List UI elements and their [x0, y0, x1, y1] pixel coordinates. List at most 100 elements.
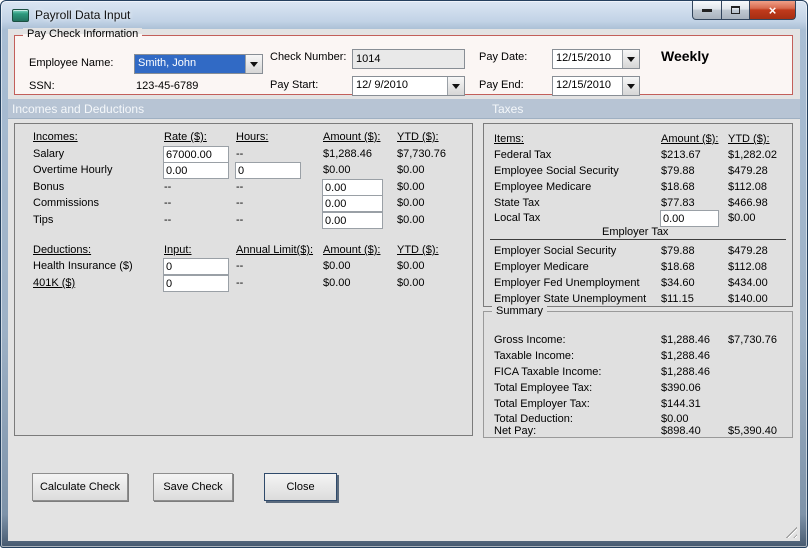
local-tax-input[interactable]	[660, 210, 719, 227]
401k-limit: --	[236, 277, 244, 289]
payroll-window: Payroll Data Input × Pay Check Informati…	[0, 0, 808, 548]
overtime-rate-input[interactable]	[163, 162, 229, 179]
ssn-value: 123-45-6789	[136, 80, 199, 92]
employee-name-dropdown[interactable]: Smith, John	[134, 54, 263, 74]
federal-tax-amount: $213.67	[661, 149, 701, 161]
employer-state-unemp-amount: $11.15	[661, 293, 694, 305]
client-area: Pay Check Information Employee Name: Smi…	[8, 28, 800, 541]
state-tax-amount: $77.83	[661, 197, 695, 209]
bonus-amount-input[interactable]	[322, 179, 383, 196]
paycheck-info-group: Pay Check Information Employee Name: Smi…	[14, 28, 793, 96]
employee-medicare-ytd: $112.08	[728, 181, 767, 193]
calculate-check-button[interactable]: Calculate Check	[32, 473, 128, 501]
down-triangle-icon	[452, 83, 460, 89]
salary-amount: $1,288.46	[323, 148, 372, 160]
401k-amount: $0.00	[323, 277, 351, 289]
commissions-hours: --	[236, 197, 244, 209]
summary-row-label: Total Employer Tax:	[494, 398, 590, 410]
incomes-header-item: Incomes:	[33, 131, 78, 143]
incomes-header-rate: Rate ($):	[164, 131, 207, 143]
employer-tax-header: Employer Tax	[602, 226, 669, 238]
chevron-down-icon[interactable]	[245, 55, 262, 73]
summary-row-label: Taxable Income:	[494, 350, 575, 362]
pay-date-dropdown[interactable]: 12/15/2010	[552, 49, 640, 69]
title-bar[interactable]: Payroll Data Input ×	[1, 1, 807, 29]
incomes-header-amount: Amount ($):	[323, 131, 381, 143]
deduction-row-label: Health Insurance ($)	[33, 260, 133, 272]
summary-row-label: Gross Income:	[494, 334, 566, 346]
minimize-button[interactable]	[692, 1, 722, 20]
tips-ytd: $0.00	[397, 214, 425, 226]
tips-hours: --	[236, 214, 244, 226]
incomes-header-ytd: YTD ($):	[397, 131, 439, 143]
fica-taxable-amount: $1,288.46	[661, 366, 710, 378]
summary-legend: Summary	[492, 305, 548, 317]
commissions-ytd: $0.00	[397, 197, 425, 209]
chevron-down-icon[interactable]	[622, 77, 639, 95]
overtime-ytd: $0.00	[397, 164, 425, 176]
close-icon: ×	[768, 2, 777, 18]
commissions-amount-input[interactable]	[322, 195, 383, 212]
salary-hours: --	[236, 148, 244, 160]
employee-ss-amount: $79.88	[661, 165, 695, 177]
health-insurance-input[interactable]	[163, 258, 229, 275]
net-pay-amount: $898.40	[661, 425, 701, 437]
window-controls: ×	[692, 1, 796, 20]
401k-input[interactable]	[163, 275, 229, 292]
summary-row-label: FICA Taxable Income:	[494, 366, 602, 378]
401k-link[interactable]: 401K ($)	[33, 277, 75, 289]
incomes-deductions-panel: Incomes: Rate ($): Hours: Amount ($): YT…	[14, 123, 473, 436]
window-title: Payroll Data Input	[35, 8, 131, 22]
employer-fed-unemp-amount: $34.60	[661, 277, 695, 289]
close-window-button[interactable]: ×	[750, 1, 796, 20]
summary-row-label: Total Employee Tax:	[494, 382, 593, 394]
401k-ytd: $0.00	[397, 277, 425, 289]
chevron-down-icon[interactable]	[447, 77, 464, 95]
pay-start-dropdown[interactable]: 12/ 9/2010	[352, 76, 465, 96]
pay-end-dropdown[interactable]: 12/15/2010	[552, 76, 640, 96]
chevron-down-icon[interactable]	[622, 50, 639, 68]
income-row-label: Overtime Hourly	[33, 164, 113, 176]
check-number-field[interactable]	[352, 49, 465, 69]
total-employer-tax-amount: $144.31	[661, 398, 701, 410]
federal-tax-ytd: $1,282.02	[728, 149, 777, 161]
gross-income-ytd: $7,730.76	[728, 334, 777, 346]
taxable-income-amount: $1,288.46	[661, 350, 710, 362]
taxes-header-amount: Amount ($):	[661, 133, 719, 145]
deductions-header-input: Input:	[164, 244, 192, 256]
net-pay-ytd: $5,390.40	[728, 425, 777, 437]
section-band: Incomes and Deductions Taxes	[8, 99, 800, 119]
employer-medicare-ytd: $112.08	[728, 261, 767, 273]
gross-income-amount: $1,288.46	[661, 334, 710, 346]
tax-row-label: Employee Social Security	[494, 165, 619, 177]
tips-amount-input[interactable]	[322, 212, 383, 229]
tax-row-label: Employer Medicare	[494, 261, 589, 273]
down-triangle-icon	[627, 56, 635, 62]
maximize-button[interactable]	[722, 1, 750, 20]
taxes-panel: Items: Amount ($): YTD ($): Federal Tax …	[483, 123, 793, 307]
summary-row-label: Total Deduction:	[494, 413, 573, 425]
employer-medicare-amount: $18.68	[661, 261, 695, 273]
tax-row-label: Employee Medicare	[494, 181, 592, 193]
taxes-header-item: Items:	[494, 133, 524, 145]
bonus-rate: --	[164, 181, 172, 193]
close-button[interactable]: Close	[264, 473, 337, 501]
salary-rate-input[interactable]	[163, 146, 229, 163]
tax-row-label: Federal Tax	[494, 149, 552, 161]
tax-row-label: Employer Fed Unemployment	[494, 277, 640, 289]
employee-name-label: Employee Name:	[29, 57, 114, 69]
employer-tax-divider	[490, 239, 786, 240]
commissions-rate: --	[164, 197, 172, 209]
income-row-label: Salary	[33, 148, 65, 160]
summary-row-label: Net Pay:	[494, 425, 537, 437]
overtime-hours-input[interactable]	[235, 162, 301, 179]
overtime-amount: $0.00	[323, 164, 351, 176]
pay-end-label: Pay End:	[479, 79, 524, 91]
window-frame: Payroll Data Input × Pay Check Informati…	[0, 0, 808, 548]
summary-group: Summary Gross Income: $1,288.46 $7,730.7…	[483, 305, 793, 438]
resize-grip[interactable]	[783, 524, 797, 538]
taxes-header-ytd: YTD ($):	[728, 133, 770, 145]
tax-row-label: Employer Social Security	[494, 245, 617, 257]
pay-date-label: Pay Date:	[479, 51, 528, 63]
save-check-button[interactable]: Save Check	[153, 473, 233, 501]
